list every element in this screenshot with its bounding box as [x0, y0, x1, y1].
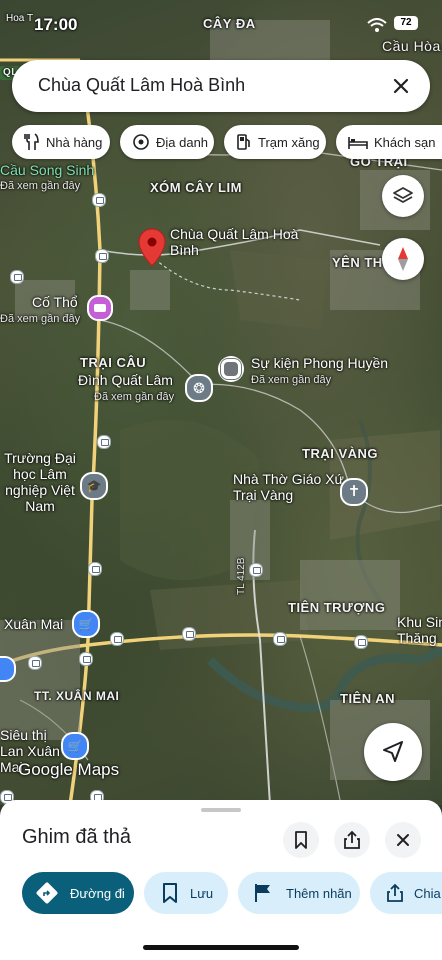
landmark-icon [133, 134, 149, 150]
bus-stop-icon[interactable] [92, 193, 106, 207]
place-nha-tho-trai-vang[interactable]: Nhà Thờ Giáo Xứ Trại Vàng [233, 471, 353, 503]
chip-gas-stations[interactable]: Trạm xăng [224, 125, 326, 159]
bus-stop-icon[interactable] [88, 562, 102, 576]
map-roads [0, 20, 442, 805]
search-bar[interactable]: Chùa Quất Lâm Hoà Bình [12, 60, 430, 112]
area-label-xom-cay-lim: XÓM CÂY LIM [150, 180, 242, 195]
chip-restaurants[interactable]: Nhà hàng [12, 125, 110, 159]
add-label-button[interactable]: Thêm nhãn [238, 872, 360, 914]
place-su-kien-phong-huyen[interactable]: Sự kiện Phong Huyền [251, 355, 388, 371]
dropped-pin-icon[interactable] [138, 228, 166, 268]
share-label: Chia [414, 885, 441, 901]
place-xuan-mai[interactable]: Xuân Mai [4, 616, 63, 632]
share-button[interactable]: Chia [370, 872, 442, 914]
google-maps-watermark: Google Maps [18, 760, 120, 779]
compass-icon [398, 247, 408, 271]
chip-label: Trạm xăng [258, 134, 320, 150]
bus-stop-icon[interactable] [97, 435, 111, 449]
add-label-label: Thêm nhãn [286, 885, 352, 901]
place-dinh-quat-lam[interactable]: Đình Quất Lâm [78, 372, 173, 388]
chip-landmarks[interactable]: Địa danh [120, 125, 214, 159]
place-truong-dai-hoc-lam-nghiep[interactable]: Trường Đại học Lâm nghiệp Việt Nam [0, 450, 80, 514]
road-label-tl412b: TL 412B [236, 557, 247, 595]
close-sheet-button[interactable] [385, 822, 421, 858]
bed-icon [348, 137, 368, 149]
place-cau-song-sinh[interactable]: Cầu Song Sinh [0, 162, 94, 178]
save-icon-button[interactable] [283, 822, 319, 858]
close-icon[interactable] [388, 73, 414, 99]
area-label-cay-da: CÂY ĐA [203, 16, 256, 31]
close-icon [397, 834, 409, 846]
navigation-arrow-icon [383, 741, 403, 762]
place-co-tho[interactable]: Cố Thổ [32, 294, 78, 310]
camera-icon[interactable] [87, 295, 113, 321]
temple-icon[interactable]: ❂ [185, 374, 213, 402]
map-view[interactable]: Hoa T 17:00 72 QL21 CÂY ĐA Cầu Hòa XÓM C… [0, 0, 442, 805]
search-query[interactable]: Chùa Quất Lâm Hoà Bình [38, 75, 245, 96]
sheet-title: Ghim đã thả [22, 826, 131, 848]
gas-pump-icon [237, 134, 250, 150]
layers-button[interactable] [382, 175, 424, 217]
location-marker-icon[interactable] [218, 356, 244, 382]
flag-icon [255, 884, 270, 902]
area-label-yen-th: YÊN TH [332, 255, 383, 270]
directions-label: Đường đi [70, 885, 125, 901]
place-khu-sin-thang[interactable]: Khu Sin Thăng [397, 614, 442, 646]
save-button[interactable]: Lưu [144, 872, 228, 914]
area-label-cau-hoa: Cầu Hòa [382, 38, 441, 54]
bus-stop-icon[interactable] [79, 652, 93, 666]
area-label-tien-an: TIÊN AN [340, 691, 396, 706]
bus-stop-icon[interactable] [182, 627, 196, 641]
bus-stop-icon[interactable] [249, 563, 263, 577]
bus-stop-icon[interactable] [354, 635, 368, 649]
shopping-cart-icon[interactable]: 🛒 [61, 732, 89, 760]
my-location-button[interactable] [364, 723, 422, 781]
bus-stop-icon[interactable] [10, 270, 24, 284]
area-label-tien-truong: TIÊN TRƯỢNG [288, 600, 386, 615]
chip-label: Nhà hàng [46, 134, 103, 150]
chip-hotels[interactable]: Khách sạn [336, 125, 442, 159]
place-dinh-quat-lam-sub: Đã xem gần đây [94, 391, 175, 403]
chip-label: Địa danh [156, 134, 209, 150]
layers-icon [393, 187, 413, 203]
bottom-sheet[interactable]: Ghim đã thả Đường đi Lưu Thêm nhãn Chia [0, 800, 442, 960]
school-icon[interactable]: 🎓 [80, 472, 108, 500]
fork-knife-icon [24, 133, 39, 150]
pin-label[interactable]: Chùa Quất Lâm Hoà Bình [170, 226, 310, 258]
battery-indicator: 72 [394, 16, 418, 30]
area-label-tt-xuan-mai: TT. XUÂN MAI [34, 689, 120, 703]
share-icon [387, 883, 403, 902]
bus-stop-icon[interactable] [28, 656, 42, 670]
status-time: 17:00 [34, 15, 78, 34]
bus-stop-icon[interactable] [110, 632, 124, 646]
drag-handle[interactable] [201, 808, 241, 812]
compass-button[interactable] [382, 238, 424, 280]
share-icon [344, 830, 360, 849]
directions-icon [36, 882, 58, 904]
church-icon[interactable]: ✝ [340, 478, 368, 506]
share-icon-button[interactable] [334, 822, 370, 858]
home-indicator[interactable] [143, 945, 299, 950]
place-co-tho-sub: Đã xem gần đây [0, 313, 81, 325]
wifi-icon [367, 18, 387, 32]
save-label: Lưu [190, 885, 214, 901]
area-label-trai-vang: TRẠI VÀNG [302, 446, 378, 461]
directions-button[interactable]: Đường đi [22, 872, 134, 914]
shopping-cart-icon[interactable]: 🛒 [72, 610, 100, 638]
bus-stop-icon[interactable] [95, 249, 109, 263]
back-app-label[interactable]: Hoa T [6, 13, 33, 25]
bookmark-icon [163, 883, 177, 903]
place-cau-song-sinh-sub: Đã xem gần đây [0, 180, 81, 192]
bus-stop-icon[interactable] [273, 632, 287, 646]
area-label-trai-cau: TRẠI CÂU [80, 355, 147, 370]
chip-label: Khách sạn [374, 134, 436, 150]
place-su-kien-sub: Đã xem gần đây [251, 374, 332, 386]
bookmark-icon [295, 831, 307, 849]
